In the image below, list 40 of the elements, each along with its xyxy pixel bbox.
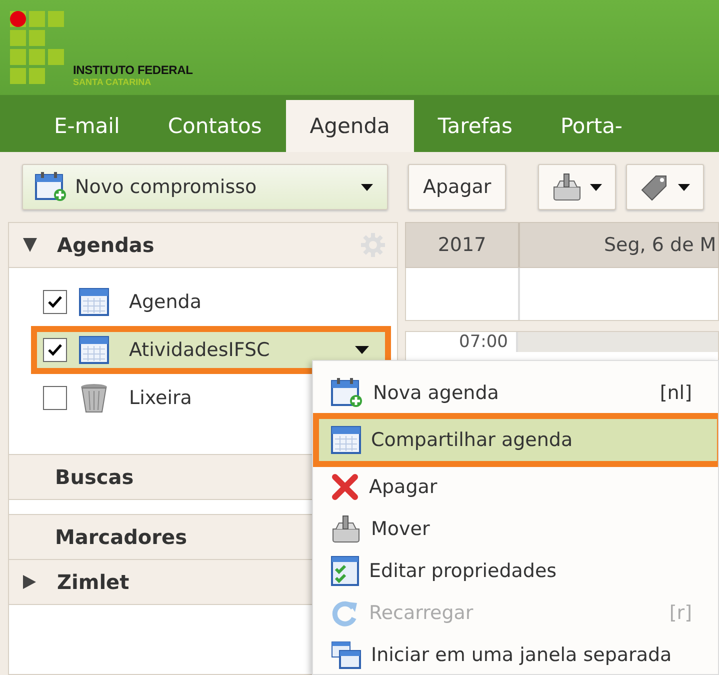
day-header: Seg, 6 de M [603,233,718,258]
caret-icon [678,184,690,190]
move-button[interactable] [538,164,616,210]
section-header[interactable]: Agendas [9,223,397,268]
calendar-icon [79,288,109,316]
shortcut-label: [nl] [660,382,692,404]
logo-title: INSTITUTO FEDERAL [73,63,193,77]
app-tab[interactable]: Contatos [144,100,286,152]
checkbox[interactable] [43,290,67,314]
menu-item[interactable]: Nova agenda [nl] [313,372,718,414]
app-tab[interactable]: Porta- [536,100,647,152]
new-appointment-button[interactable]: Novo compromisso [22,164,388,210]
delete-button[interactable]: Apagar [408,164,506,210]
close-icon [331,473,359,501]
calendar-list-item[interactable]: AtividadesIFSC [31,326,391,374]
app-tab[interactable]: E-mail [30,100,144,152]
checkbox[interactable] [43,338,67,362]
tray-icon [552,173,582,201]
tray-icon [331,515,361,543]
trash-icon [79,383,109,413]
checkbox[interactable] [43,386,67,410]
shortcut-label: [r] [669,602,692,624]
menu-item[interactable]: Iniciar em uma janela separada [313,634,718,674]
calendar-icon [79,336,109,364]
checkmark-icon [47,343,63,357]
refresh-icon [331,599,359,627]
calendar-plus-icon [35,172,67,202]
app-tab[interactable]: Tarefas [414,100,536,152]
calendar-plus-icon [331,378,363,408]
calendar-list-item[interactable]: Agenda [9,278,397,326]
checklist-icon [331,556,359,586]
caret-icon [361,184,373,190]
logo-subtitle: SANTA CATARINA [73,77,152,87]
windows-icon [331,641,361,669]
logo-icon [10,11,65,87]
checkmark-icon [47,295,63,309]
caret-icon [590,184,602,190]
app-tab[interactable]: Agenda [286,100,414,152]
tag-button[interactable] [626,164,704,210]
calendar-icon [331,426,361,454]
